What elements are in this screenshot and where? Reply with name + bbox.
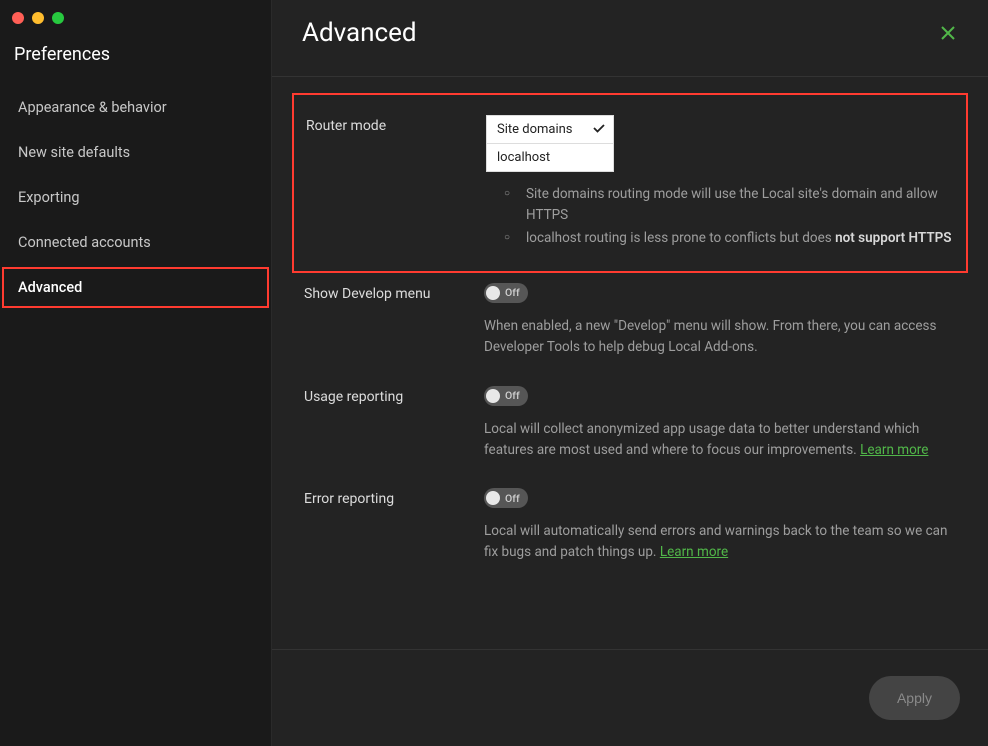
window-close[interactable] — [12, 12, 24, 24]
sidebar: Preferences Appearance & behavior New si… — [0, 0, 272, 746]
check-icon — [592, 121, 606, 139]
router-bullet-1: Site domains routing mode will use the L… — [522, 184, 954, 226]
apply-button[interactable]: Apply — [869, 676, 960, 720]
page-title: Advanced — [302, 18, 417, 48]
error-learn-more-link[interactable]: Learn more — [660, 544, 728, 560]
footer: Apply — [272, 649, 988, 746]
router-mode-section: Router mode Site domains localhost — [292, 93, 968, 273]
toggle-knob — [486, 491, 500, 505]
window-controls — [0, 8, 271, 36]
toggle-knob — [486, 286, 500, 300]
usage-learn-more-link[interactable]: Learn more — [860, 442, 928, 458]
usage-reporting-label: Usage reporting — [304, 386, 484, 405]
dropdown-selected-option[interactable]: Site domains — [486, 115, 614, 144]
sidebar-item-appearance[interactable]: Appearance & behavior — [2, 87, 269, 128]
sidebar-item-new-site-defaults[interactable]: New site defaults — [2, 132, 269, 173]
error-reporting-label: Error reporting — [304, 488, 484, 507]
toggle-state-label: Off — [505, 389, 520, 402]
dropdown-options: localhost — [486, 144, 614, 172]
window-maximize[interactable] — [52, 12, 64, 24]
usage-reporting-section: Usage reporting Off Local will collect a… — [304, 386, 956, 461]
main-panel: Advanced Router mode Site domains — [272, 0, 988, 746]
sidebar-item-connected-accounts[interactable]: Connected accounts — [2, 222, 269, 263]
window-minimize[interactable] — [32, 12, 44, 24]
router-mode-description: Site domains routing mode will use the L… — [486, 184, 954, 249]
content-area: Router mode Site domains localhost — [272, 77, 988, 649]
sidebar-title: Preferences — [0, 36, 271, 87]
router-mode-label: Router mode — [306, 115, 486, 134]
router-mode-dropdown[interactable]: Site domains localhost — [486, 115, 614, 172]
router-bullet-2: localhost routing is less prone to confl… — [522, 228, 954, 249]
sidebar-item-advanced[interactable]: Advanced — [2, 267, 269, 308]
usage-reporting-description: Local will collect anonymized app usage … — [484, 419, 956, 461]
develop-menu-description: When enabled, a new "Develop" menu will … — [484, 316, 956, 358]
dropdown-option-localhost[interactable]: localhost — [487, 144, 613, 171]
develop-menu-label: Show Develop menu — [304, 283, 484, 302]
dropdown-selected-label: Site domains — [497, 122, 573, 137]
toggle-state-label: Off — [505, 286, 520, 299]
error-reporting-section: Error reporting Off Local will automatic… — [304, 488, 956, 563]
error-reporting-toggle[interactable]: Off — [484, 488, 528, 508]
main-header: Advanced — [272, 0, 988, 77]
toggle-knob — [486, 389, 500, 403]
error-reporting-description: Local will automatically send errors and… — [484, 521, 956, 563]
develop-menu-section: Show Develop menu Off When enabled, a ne… — [304, 283, 956, 358]
toggle-state-label: Off — [505, 492, 520, 505]
develop-menu-toggle[interactable]: Off — [484, 283, 528, 303]
close-icon[interactable] — [938, 23, 958, 43]
sidebar-item-exporting[interactable]: Exporting — [2, 177, 269, 218]
usage-reporting-toggle[interactable]: Off — [484, 386, 528, 406]
